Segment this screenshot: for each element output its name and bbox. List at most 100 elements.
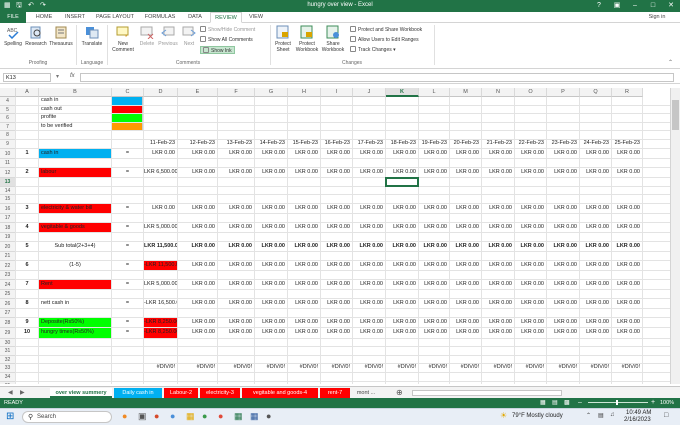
value-cell[interactable]: LKR 0.00 <box>218 223 254 232</box>
weather-text[interactable]: 79°F Mostly cloudy <box>512 413 563 419</box>
column-header-f[interactable]: F <box>218 88 255 97</box>
taskbar-search-box[interactable]: ⚲ Search <box>22 411 112 423</box>
column-header-b[interactable]: B <box>39 88 112 97</box>
selected-cell[interactable] <box>385 177 419 187</box>
value-cell[interactable]: LKR 0.00 <box>255 328 287 337</box>
value-cell[interactable]: LKR 0.00 <box>450 318 481 327</box>
value-cell[interactable]: LKR 0.00 <box>612 204 642 213</box>
value-cell[interactable]: LKR 0.00 <box>255 299 287 308</box>
row-header-14[interactable]: 14 <box>0 186 16 196</box>
date-header[interactable]: 20-Feb-23 <box>450 140 481 148</box>
value-cell[interactable]: LKR 0.00 <box>580 242 611 251</box>
delete-comment-button[interactable]: Delete <box>137 25 157 47</box>
name-box[interactable]: K13 <box>3 73 51 82</box>
date-header[interactable]: 17-Feb-23 <box>353 140 385 148</box>
value-cell[interactable]: LKR 0.00 <box>218 149 254 158</box>
value-cell[interactable]: LKR 0.00 <box>288 280 320 289</box>
value-cell[interactable]: LKR 0.00 <box>255 261 287 270</box>
row-header-34[interactable]: 34 <box>0 373 16 382</box>
value-cell[interactable]: #DIV/0! <box>353 364 385 372</box>
column-header-h[interactable]: H <box>288 88 321 97</box>
value-cell[interactable]: LKR 0.00 <box>218 168 254 177</box>
row-header-22[interactable]: 22 <box>0 260 16 272</box>
excel-taskbar-icon[interactable]: ▦ <box>234 411 243 422</box>
value-cell[interactable]: LKR 0.00 <box>353 242 385 251</box>
value-cell[interactable]: LKR 0.00 <box>321 261 352 270</box>
row-header-29[interactable]: 29 <box>0 328 16 339</box>
value-cell[interactable]: LKR 0.00 <box>288 261 320 270</box>
row-header-24[interactable]: 24 <box>0 279 16 291</box>
value-cell[interactable]: LKR 0.00 <box>218 242 254 251</box>
value-cell[interactable]: LKR 0.00 <box>580 204 611 213</box>
select-all-corner[interactable] <box>0 88 16 97</box>
value-cell[interactable]: LKR 0.00 <box>321 149 352 158</box>
value-cell[interactable]: -LKR 8,250.00 <box>144 317 177 328</box>
value-cell[interactable]: LKR 0.00 <box>353 204 385 213</box>
value-cell[interactable]: LKR 0.00 <box>218 318 254 327</box>
value-cell[interactable]: #DIV/0! <box>612 364 642 372</box>
value-cell[interactable]: LKR 0.00 <box>386 261 418 270</box>
value-cell[interactable]: LKR 0.00 <box>450 280 481 289</box>
row-header-31[interactable]: 31 <box>0 347 16 356</box>
value-cell[interactable]: LKR 0.00 <box>612 242 642 251</box>
row-header-27[interactable]: 27 <box>0 309 16 318</box>
value-cell[interactable]: LKR 0.00 <box>419 318 449 327</box>
row-header-18[interactable]: 18 <box>0 222 16 234</box>
date-header[interactable]: 24-Feb-23 <box>580 140 611 148</box>
value-cell[interactable]: LKR 0.00 <box>450 299 481 308</box>
sheet-tab[interactable]: vegitable and goods-4 <box>242 388 318 398</box>
value-cell[interactable]: LKR 0.00 <box>547 204 579 213</box>
column-header-e[interactable]: E <box>178 88 218 97</box>
value-cell[interactable]: LKR 0.00 <box>353 149 385 158</box>
value-cell[interactable]: LKR 0.00 <box>547 223 579 232</box>
tab-formulas[interactable]: FORMULAS <box>140 12 180 23</box>
value-cell[interactable]: LKR 0.00 <box>321 318 352 327</box>
value-cell[interactable]: #DIV/0! <box>450 364 481 372</box>
scroll-thumb[interactable] <box>672 100 679 130</box>
value-cell[interactable]: LKR 0.00 <box>288 223 320 232</box>
value-cell[interactable]: LKR 0.00 <box>482 328 514 337</box>
value-cell[interactable]: LKR 0.00 <box>353 168 385 177</box>
column-header-k[interactable]: K <box>386 88 419 97</box>
value-cell[interactable]: LKR 0.00 <box>450 223 481 232</box>
value-cell[interactable]: LKR 0.00 <box>612 223 642 232</box>
value-cell[interactable]: LKR 0.00 <box>353 223 385 232</box>
value-cell[interactable]: LKR 0.00 <box>515 242 546 251</box>
value-cell[interactable]: LKR 0.00 <box>178 204 217 213</box>
value-cell[interactable]: LKR 0.00 <box>386 149 418 158</box>
value-cell[interactable]: LKR 5,000.00 <box>144 223 177 232</box>
allow-users-edit-button[interactable]: Allow Users to Edit Ranges <box>350 36 419 44</box>
value-cell[interactable]: LKR 0.00 <box>288 318 320 327</box>
row-header-12[interactable]: 12 <box>0 167 16 178</box>
value-cell[interactable]: LKR 0.00 <box>612 299 642 308</box>
value-cell[interactable]: #DIV/0! <box>218 364 254 372</box>
normal-view-icon[interactable]: ▦ <box>540 399 546 406</box>
date-header[interactable]: 15-Feb-23 <box>288 140 320 148</box>
column-header-l[interactable]: L <box>419 88 450 97</box>
value-cell[interactable]: LKR 0.00 <box>419 242 449 251</box>
value-cell[interactable]: LKR 0.00 <box>218 328 254 337</box>
column-header-p[interactable]: P <box>547 88 580 97</box>
date-header[interactable]: 14-Feb-23 <box>255 140 287 148</box>
value-cell[interactable]: LKR 0.00 <box>580 280 611 289</box>
value-cell[interactable]: LKR 0.00 <box>547 149 579 158</box>
research-button[interactable]: Research <box>25 25 47 47</box>
value-cell[interactable]: LKR 0.00 <box>321 242 352 251</box>
value-cell[interactable]: LKR 0.00 <box>419 280 449 289</box>
value-cell[interactable]: #DIV/0! <box>386 364 418 372</box>
value-cell[interactable]: LKR 0.00 <box>515 280 546 289</box>
show-hide-comment-button[interactable]: Show/Hide Comment <box>200 26 255 34</box>
app-icon[interactable]: ● <box>122 411 127 421</box>
value-cell[interactable]: LKR 0.00 <box>178 223 217 232</box>
weather-icon[interactable]: ☀ <box>500 411 507 420</box>
zoom-out-icon[interactable]: – <box>578 399 582 406</box>
value-cell[interactable]: LKR 0.00 <box>580 261 611 270</box>
tab-home[interactable]: HOME <box>30 12 58 23</box>
value-cell[interactable]: LKR 0.00 <box>482 242 514 251</box>
value-cell[interactable]: LKR 0.00 <box>178 280 217 289</box>
value-cell[interactable]: LKR 0.00 <box>255 223 287 232</box>
row-header-32[interactable]: 32 <box>0 355 16 365</box>
value-cell[interactable]: LKR 0.00 <box>515 318 546 327</box>
tab-review[interactable]: REVIEW <box>210 12 242 23</box>
zoom-slider[interactable] <box>588 402 648 403</box>
